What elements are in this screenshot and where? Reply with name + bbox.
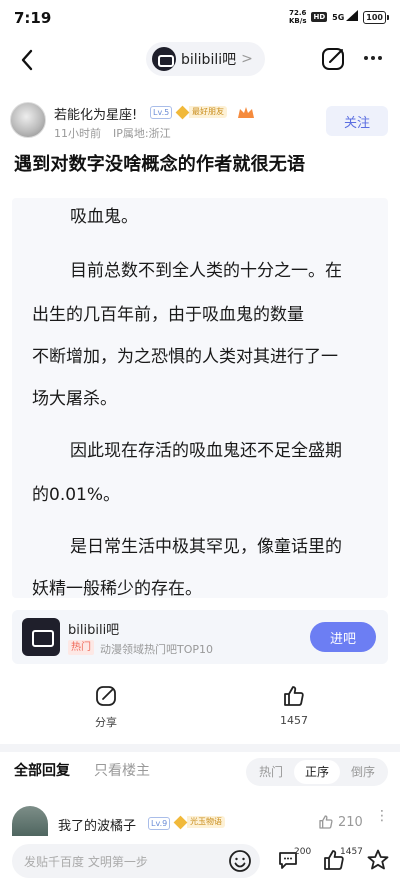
forum-card-name: bilibili吧 [68, 623, 120, 638]
more-icon[interactable] [364, 56, 382, 60]
share-button[interactable]: 分享 [76, 684, 136, 730]
crown-icon [238, 107, 254, 118]
content-line: 妖精一般稀少的存在。 [32, 579, 202, 598]
forum-name: bilibili吧 [181, 52, 237, 68]
post-time: 11小时前 [54, 127, 101, 140]
sort-descending[interactable]: 倒序 [340, 760, 386, 784]
sort-toggle: 热门 正序 倒序 [246, 758, 388, 786]
post-content-image[interactable]: 吸血鬼。 目前总数不到全人类的十分之一。在 出生的几百年前，由于吸血鬼的数量 不… [12, 198, 388, 598]
forum-rank: 动漫领域热门吧TOP10 [100, 643, 214, 656]
friend-badge: 最好朋友 [175, 105, 227, 119]
reply-like-count: 210 [338, 814, 363, 830]
signal-icon: 5G [332, 9, 359, 22]
gem-icon [175, 105, 190, 119]
hd-icon: HD [311, 12, 328, 22]
sort-hot[interactable]: 热门 [248, 760, 294, 784]
bottom-like-count: 1457 [340, 847, 363, 857]
chevron-right-icon: > [241, 51, 253, 67]
author-meta: 11小时前 IP属地:浙江 [54, 125, 171, 141]
author-row: 若能化为星座! Lv.5 最好朋友 11小时前 IP属地:浙江 关注 [0, 98, 400, 146]
enter-forum-button[interactable]: 进吧 [310, 622, 376, 652]
hot-tag: 热门 [68, 640, 94, 655]
comment-placeholder: 发贴千百度 文明第一步 [24, 855, 148, 869]
bottom-bar: 发贴千百度 文明第一步 200 1457 [0, 838, 400, 888]
forum-card[interactable]: bilibili吧 热门 动漫领域热门吧TOP10 进吧 [12, 610, 388, 664]
gem-icon [173, 815, 188, 829]
reply-more-icon[interactable]: ⋮ [375, 809, 389, 823]
comment-input[interactable]: 发贴千百度 文明第一步 [12, 844, 260, 878]
ip-location: IP属地:浙江 [113, 127, 171, 140]
share-label: 分享 [95, 716, 117, 729]
content-line: 吸血鬼。 [70, 207, 138, 227]
follow-button[interactable]: 关注 [326, 106, 388, 136]
tab-owner-only[interactable]: 只看楼主 [94, 760, 150, 780]
network-speed: 72.6 KB/s [289, 9, 307, 25]
tab-all-replies[interactable]: 全部回复 [14, 760, 70, 780]
section-divider [0, 744, 400, 752]
content-line: 的0.01%。 [32, 485, 121, 505]
forum-link[interactable]: bilibili吧 > [146, 42, 265, 76]
edit-icon[interactable] [320, 46, 346, 72]
status-icons: 72.6 KB/s HD 5G 100 [289, 9, 389, 25]
back-arrow-icon[interactable] [14, 44, 42, 76]
content-line: 场大屠杀。 [32, 389, 117, 409]
forum-logo-icon [22, 618, 60, 656]
reply-badge: 光玉物语 [173, 815, 225, 829]
star-icon[interactable] [366, 848, 390, 872]
sort-ascending[interactable]: 正序 [294, 760, 340, 784]
content-line: 是日常生活中极其罕见，像童话里的 [70, 537, 342, 557]
content-line: 不断增加，为之恐惧的人类对其进行了一 [32, 347, 338, 367]
thumbs-up-icon [284, 686, 304, 706]
reply-avatar[interactable] [12, 806, 48, 836]
content-line: 因此现在存活的吸血鬼还不足全盛期 [70, 441, 342, 461]
status-bar: 7:19 72.6 KB/s HD 5G 100 [0, 0, 400, 36]
reply-like-button[interactable]: 210 [318, 814, 363, 830]
author-name[interactable]: 若能化为星座! [54, 104, 137, 123]
forum-logo-icon [152, 47, 176, 71]
like-button[interactable]: 1457 [264, 684, 324, 727]
nav-bar: bilibili吧 > [0, 36, 400, 84]
status-time: 7:19 [14, 9, 52, 27]
like-count: 1457 [280, 714, 308, 727]
share-icon [96, 686, 116, 706]
thumbs-up-icon [319, 815, 333, 829]
level-badge: Lv.5 [150, 106, 173, 119]
post-title: 遇到对数字没啥概念的作者就很无语 [14, 154, 306, 175]
emoji-icon[interactable] [228, 849, 252, 873]
reply-level-badge: Lv.9 [148, 817, 171, 830]
comment-count: 200 [294, 847, 312, 857]
content-line: 目前总数不到全人类的十分之一。在 [70, 261, 342, 281]
author-avatar[interactable] [10, 102, 46, 138]
battery-icon: 100 [363, 10, 389, 24]
content-line: 出生的几百年前，由于吸血鬼的数量 [32, 305, 304, 325]
reply-username[interactable]: 我了的波橘子 [58, 815, 136, 834]
